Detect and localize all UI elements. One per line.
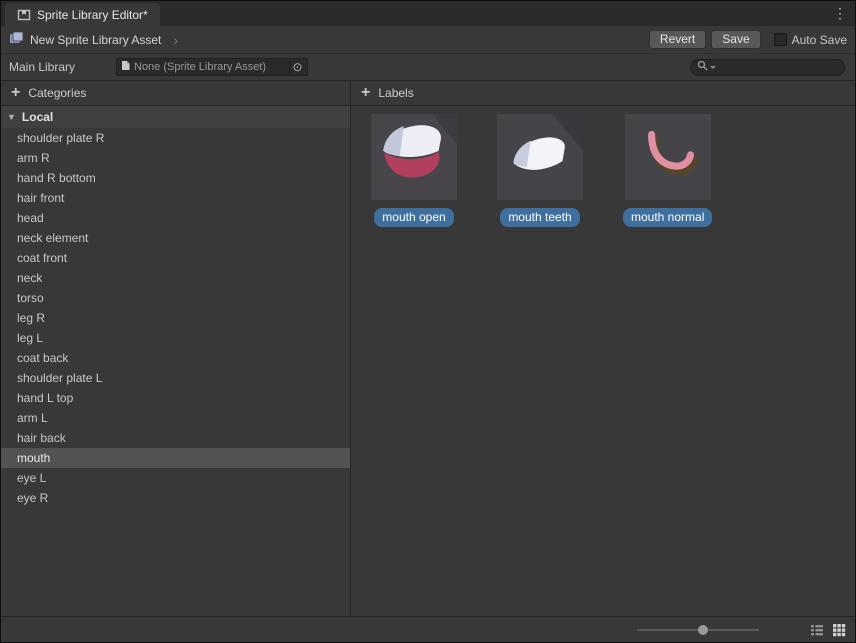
category-list-item[interactable]: neck element: [1, 228, 350, 248]
search-input[interactable]: [718, 61, 856, 73]
category-list-item[interactable]: shoulder plate L: [1, 368, 350, 388]
object-field-value: None (Sprite Library Asset): [134, 61, 289, 73]
list-view-icon[interactable]: [809, 622, 825, 638]
category-list-item[interactable]: head: [1, 208, 350, 228]
tab-sprite-library-editor[interactable]: Sprite Library Editor*: [5, 3, 160, 26]
category-list-item[interactable]: hair back: [1, 428, 350, 448]
zoom-slider[interactable]: [637, 629, 759, 631]
categories-header-label: Categories: [28, 86, 86, 100]
label-badge[interactable]: mouth normal: [623, 208, 712, 227]
category-list-item[interactable]: arm L: [1, 408, 350, 428]
sprite-thumbnail-mouth-open[interactable]: [371, 114, 457, 200]
category-list-item[interactable]: torso: [1, 288, 350, 308]
toolbar-actions: Revert Save Auto Save: [649, 30, 847, 49]
main-library-label: Main Library: [9, 60, 116, 74]
category-label: torso: [17, 291, 44, 305]
window-tab-strip: Sprite Library Editor* ⋮: [1, 1, 855, 26]
category-list-item[interactable]: leg L: [1, 328, 350, 348]
category-label: shoulder plate L: [17, 371, 102, 385]
category-label: arm R: [17, 151, 50, 165]
local-group-label: Local: [22, 110, 53, 124]
category-label: eye L: [17, 471, 46, 485]
add-label-icon[interactable]: +: [361, 86, 370, 100]
pane-headers: + Categories + Labels: [1, 81, 855, 106]
category-label: arm L: [17, 411, 48, 425]
category-label: hair back: [17, 431, 66, 445]
sprite-cell: mouth teeth: [497, 114, 583, 227]
category-list-item[interactable]: coat back: [1, 348, 350, 368]
category-label: neck element: [17, 231, 88, 245]
sprite-library-editor-window: { "window": { "tab_title": "Sprite Libra…: [0, 0, 856, 643]
foldout-triangle-icon: ▼: [7, 112, 16, 122]
categories-header: + Categories: [1, 81, 351, 105]
main-library-row: Main Library None (Sprite Library Asset)…: [1, 54, 855, 81]
label-badge[interactable]: mouth teeth: [500, 208, 579, 227]
category-list-item[interactable]: hair front: [1, 188, 350, 208]
sprite-cell: mouth normal: [623, 114, 712, 227]
tab-title: Sprite Library Editor*: [37, 8, 148, 22]
sprite-cell: mouth open: [371, 114, 457, 227]
category-label: leg L: [17, 331, 43, 345]
search-icon: [697, 60, 708, 74]
sprite-library-icon: [17, 8, 31, 22]
labels-pane: mouth open mouth teeth mo: [351, 106, 855, 616]
breadcrumb-separator-icon: ›: [173, 32, 178, 48]
category-label: eye R: [17, 491, 48, 505]
bottom-bar: [1, 616, 855, 642]
grid-view-icon[interactable]: [831, 622, 847, 638]
category-label: head: [17, 211, 44, 225]
labels-header-label: Labels: [378, 86, 413, 100]
category-label: coat front: [17, 251, 67, 265]
main-library-object-field[interactable]: None (Sprite Library Asset) ⊙: [116, 58, 308, 76]
category-list-item[interactable]: hand L top: [1, 388, 350, 408]
category-label: leg R: [17, 311, 45, 325]
sprite-thumbnail-mouth-teeth[interactable]: [497, 114, 583, 200]
toolbar: New Sprite Library Asset › Revert Save A…: [1, 26, 855, 54]
category-label: mouth: [17, 451, 50, 465]
local-foldout[interactable]: ▼ Local: [1, 106, 350, 128]
category-list-item[interactable]: shoulder plate R: [1, 128, 350, 148]
category-label: hand R bottom: [17, 171, 96, 185]
search-field[interactable]: [690, 59, 845, 76]
save-button[interactable]: Save: [711, 30, 760, 49]
add-category-icon[interactable]: +: [11, 86, 20, 100]
revert-button[interactable]: Revert: [649, 30, 706, 49]
category-list-item[interactable]: neck: [1, 268, 350, 288]
main-content: ▼ Local shoulder plate R arm R hand R bo…: [1, 106, 855, 616]
asset-file-icon: [121, 60, 130, 74]
labels-header: + Labels: [351, 81, 855, 105]
asset-icon: [9, 31, 24, 48]
category-label: hair front: [17, 191, 64, 205]
view-toggle-group: [809, 622, 847, 638]
object-picker-icon[interactable]: ⊙: [289, 60, 305, 74]
asset-name: New Sprite Library Asset: [30, 33, 161, 47]
auto-save-checkbox[interactable]: [774, 33, 787, 46]
category-list-item[interactable]: leg R: [1, 308, 350, 328]
label-badge[interactable]: mouth open: [374, 208, 453, 227]
window-menu-icon[interactable]: ⋮: [833, 5, 847, 21]
category-list-item[interactable]: mouth: [1, 448, 350, 468]
breadcrumb[interactable]: New Sprite Library Asset ›: [9, 31, 178, 48]
auto-save-label: Auto Save: [792, 33, 847, 47]
category-list-item[interactable]: eye R: [1, 488, 350, 508]
category-label: shoulder plate R: [17, 131, 104, 145]
category-label: hand L top: [17, 391, 73, 405]
sprite-thumbnail-mouth-normal[interactable]: [625, 114, 711, 200]
categories-pane: ▼ Local shoulder plate R arm R hand R bo…: [1, 106, 351, 616]
category-list-item[interactable]: coat front: [1, 248, 350, 268]
category-list-item[interactable]: hand R bottom: [1, 168, 350, 188]
search-filter-caret-icon: [710, 66, 716, 69]
category-label: coat back: [17, 351, 68, 365]
category-label: neck: [17, 271, 42, 285]
zoom-slider-handle[interactable]: [698, 625, 708, 635]
category-list-item[interactable]: eye L: [1, 468, 350, 488]
category-list-item[interactable]: arm R: [1, 148, 350, 168]
category-list: shoulder plate R arm R hand R bottom hai…: [1, 128, 350, 508]
